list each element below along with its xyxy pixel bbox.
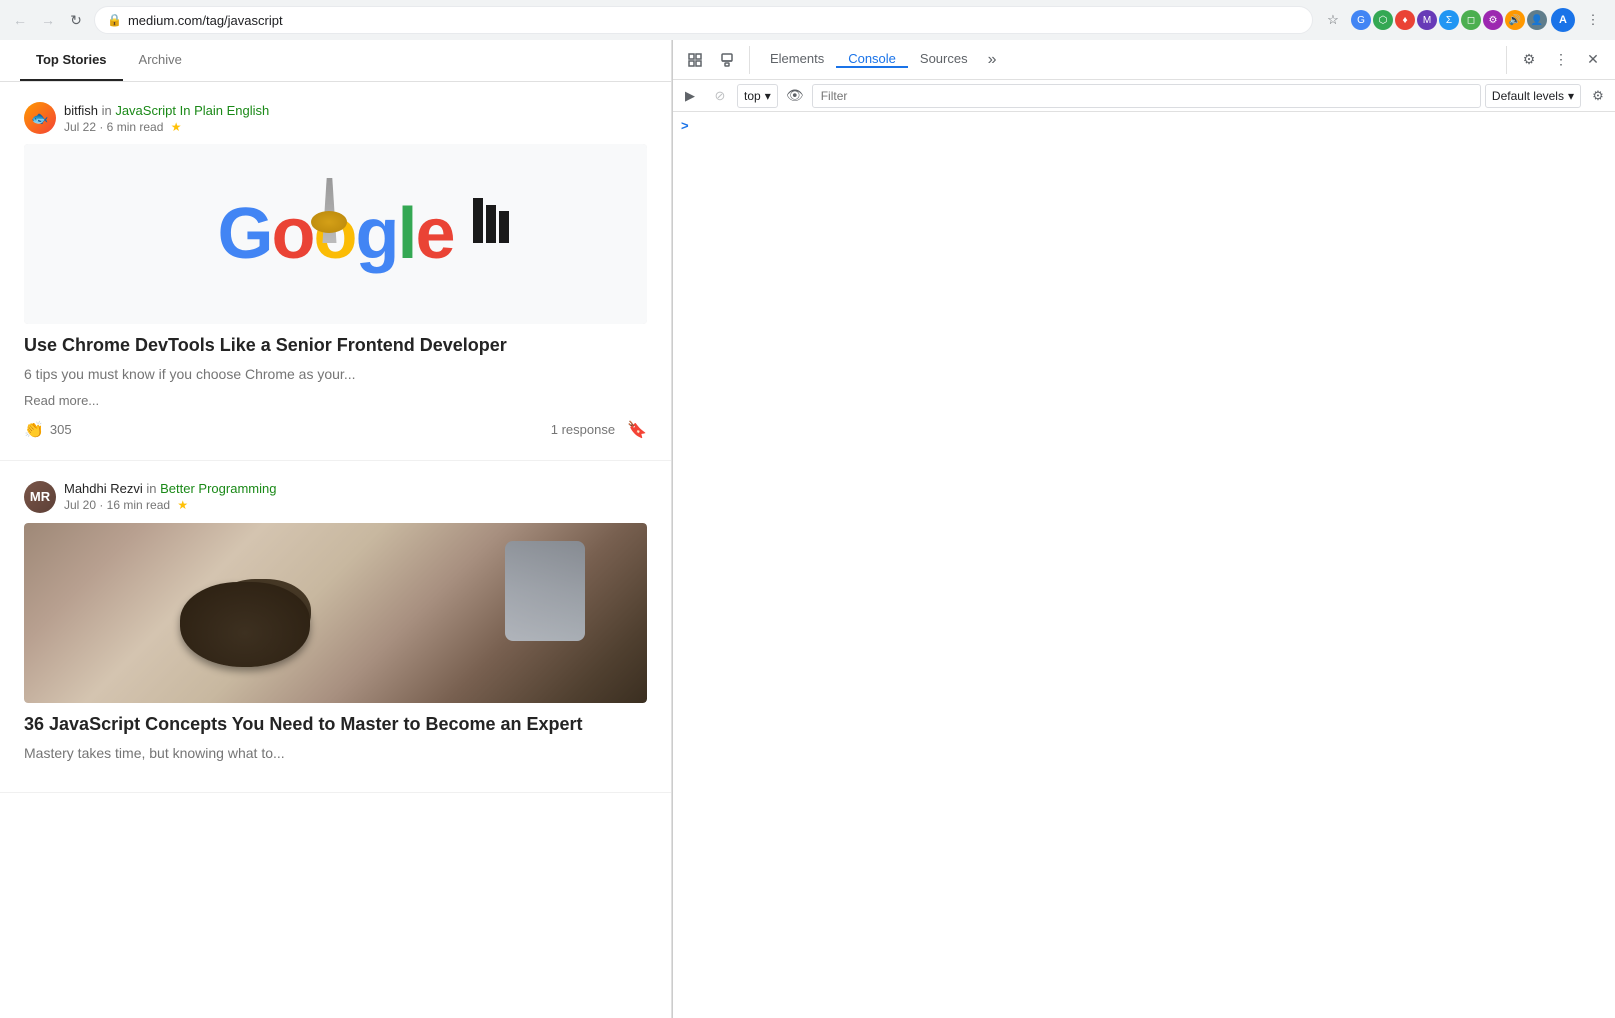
tab-elements[interactable]: Elements [758,51,836,68]
address-bar[interactable]: 🔒 medium.com/tag/javascript [94,6,1313,34]
devtools-header: Elements Console Sources » ⚙ ⋮ ✕ [673,40,1615,80]
author-publication-2[interactable]: Better Programming [160,481,276,496]
author-row-2: MR Mahdhi Rezvi in Better Programming Ju… [24,481,647,513]
levels-label: Default levels [1492,89,1564,103]
article-responses: 1 response 🔖 [551,420,647,440]
filter-input[interactable] [812,84,1481,108]
browser-chrome: ← → ↻ 🔒 medium.com/tag/javascript ☆ G ⬡ … [0,0,1615,40]
response-count[interactable]: 1 response [551,422,615,437]
person-silhouette [505,541,585,641]
toolbar-right: ☆ G ⬡ ♦ M Σ ◻ ⚙ 🔊 👤 A ⋮ [1319,6,1607,34]
context-label: top [744,89,761,103]
devtools-right-icons: ⚙ ⋮ ✕ [1506,46,1615,74]
avatar-image: 🐟 [24,102,56,134]
devtools-close-button[interactable]: ✕ [1579,46,1607,74]
levels-selector[interactable]: Default levels ▾ [1485,84,1581,108]
page-nav: Top Stories Archive [0,40,671,82]
device-mode-button[interactable] [713,46,741,74]
bowl-element [180,582,310,667]
main-area: Top Stories Archive 🐟 bitfish in JavaScr… [0,40,1615,1018]
devtools-more-button[interactable]: ⋮ [1547,46,1575,74]
page-content: Top Stories Archive 🐟 bitfish in JavaScr… [0,40,672,1018]
tab-console[interactable]: Console [836,51,908,68]
reload-button[interactable]: ↻ [64,8,88,32]
back-button[interactable]: ← [8,8,32,32]
article-claps: 👏 305 [24,420,72,440]
console-toolbar: ▶ ⊘ top ▾ 👁 Default levels ▾ ⚙ [673,80,1615,112]
console-prompt-arrow[interactable]: > [681,118,689,133]
context-selector[interactable]: top ▾ [737,84,778,108]
ext-icon-3[interactable]: ♦ [1395,10,1415,30]
browser-toolbar: ← → ↻ 🔒 medium.com/tag/javascript ☆ G ⬡ … [0,0,1615,40]
forward-button[interactable]: → [36,8,60,32]
google-logo: G o o g l e [217,193,453,275]
author-avatar-2: MR [24,481,56,513]
bowl-image [24,523,647,703]
ext-icon-2[interactable]: ⬡ [1373,10,1393,30]
article-subtitle-2: Mastery takes time, but knowing what to.… [24,744,647,764]
article-item: 🐟 bitfish in JavaScript In Plain English… [0,82,671,461]
author-row: 🐟 bitfish in JavaScript In Plain English… [24,102,647,134]
console-gear-button[interactable]: ⚙ [1585,83,1611,109]
nav-buttons: ← → ↻ [8,8,88,32]
article-meta-2: Jul 20 · 16 min read ★ [64,498,276,512]
author-details: bitfish in JavaScript In Plain English J… [64,103,269,134]
author-name-2: Mahdhi Rezvi [64,481,143,496]
article-actions: 👏 305 1 response 🔖 [24,420,647,440]
author-details-2: Mahdhi Rezvi in Better Programming Jul 2… [64,481,276,512]
article-image: G o o g l e [24,144,647,324]
console-content: > [673,112,1615,1018]
nav-archive[interactable]: Archive [123,40,198,81]
profile-icon[interactable]: A [1551,8,1575,32]
ext-icon-4[interactable]: M [1417,10,1437,30]
eye-button[interactable]: 👁 [782,83,808,109]
console-prompt-line: > [673,116,1615,135]
read-more[interactable]: Read more... [24,393,647,408]
menu-button[interactable]: ⋮ [1579,6,1607,34]
inspect-element-button[interactable] [681,46,709,74]
devtools-tabs: Elements Console Sources » [750,51,1506,69]
ext-icon-1[interactable]: G [1351,10,1371,30]
author-avatar: 🐟 [24,102,56,134]
devtools-settings-button[interactable]: ⚙ [1515,46,1543,74]
author-in-2: in [146,481,160,496]
devtools-panel: Elements Console Sources » ⚙ ⋮ ✕ ▶ ⊘ top… [672,40,1615,1018]
star-icon-2: ★ [177,498,188,512]
nav-top-stories[interactable]: Top Stories [20,40,123,81]
lock-icon: 🔒 [107,13,122,27]
article-meta: Jul 22 · 6 min read ★ [64,120,269,134]
article-title[interactable]: Use Chrome DevTools Like a Senior Fronte… [24,334,647,357]
tab-sources[interactable]: Sources [908,51,980,68]
ext-icon-8[interactable]: 🔊 [1505,10,1525,30]
article-image-2 [24,523,647,703]
article-title-2[interactable]: 36 JavaScript Concepts You Need to Maste… [24,713,647,736]
context-arrow: ▾ [765,89,771,103]
devtools-left-icons [673,46,750,74]
ext-icon-6[interactable]: ◻ [1461,10,1481,30]
clap-icon: 👏 [24,420,44,440]
author-name: bitfish [64,103,98,118]
url-text: medium.com/tag/javascript [128,13,1300,28]
console-block-button[interactable]: ⊘ [707,83,733,109]
console-play-button[interactable]: ▶ [677,83,703,109]
author-name-row-2: Mahdhi Rezvi in Better Programming [64,481,276,496]
author-in: in [102,103,116,118]
ext-icon-7[interactable]: ⚙ [1483,10,1503,30]
ext-icon-5[interactable]: Σ [1439,10,1459,30]
star-icon: ★ [171,120,182,134]
author-publication[interactable]: JavaScript In Plain English [115,103,269,118]
tab-more[interactable]: » [980,51,1005,69]
author-name-row: bitfish in JavaScript In Plain English [64,103,269,118]
star-button[interactable]: ☆ [1319,6,1347,34]
levels-arrow: ▾ [1568,89,1574,103]
ext-icon-9[interactable]: 👤 [1527,10,1547,30]
article-subtitle: 6 tips you must know if you choose Chrom… [24,365,647,385]
bookmark-icon[interactable]: 🔖 [627,420,647,440]
extension-icons: G ⬡ ♦ M Σ ◻ ⚙ 🔊 👤 [1351,10,1547,30]
avatar-image-2: MR [24,481,56,513]
clap-count: 305 [50,422,72,437]
article-list: 🐟 bitfish in JavaScript In Plain English… [0,82,671,793]
article-item-2: MR Mahdhi Rezvi in Better Programming Ju… [0,461,671,793]
google-logo-container: G o o g l e [24,144,647,324]
